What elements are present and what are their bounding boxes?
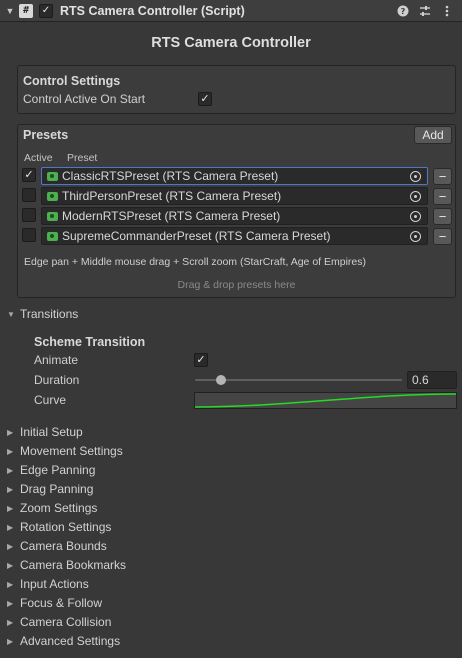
preset-description: Edge pan + Middle mouse drag + Scroll zo… bbox=[24, 256, 366, 268]
foldout-label: Camera Collision bbox=[20, 615, 112, 629]
foldout-label: Camera Bounds bbox=[20, 539, 107, 553]
object-picker-icon[interactable] bbox=[410, 191, 421, 202]
chevron-right-icon: ▶ bbox=[7, 617, 14, 627]
chevron-down-icon: ▼ bbox=[7, 309, 15, 319]
preset-asset-icon bbox=[47, 231, 58, 241]
preset-active-checkbox[interactable] bbox=[22, 188, 36, 202]
preset-column-header: Preset bbox=[67, 152, 98, 164]
foldout-arrow-icon[interactable]: ▼ bbox=[5, 6, 15, 16]
remove-preset-button[interactable]: − bbox=[433, 188, 452, 205]
preset-asset-icon bbox=[47, 211, 58, 221]
foldout-label: Transitions bbox=[20, 307, 79, 321]
control-active-checkbox[interactable]: ✓ bbox=[198, 92, 212, 106]
preset-object-field[interactable]: ClassicRTSPreset (RTS Camera Preset) bbox=[41, 167, 428, 185]
foldout-label: Advanced Settings bbox=[20, 634, 121, 648]
foldout-label: Drag Panning bbox=[20, 482, 94, 496]
preset-sliders-icon[interactable] bbox=[418, 4, 432, 18]
section-foldout[interactable]: ▶ Advanced Settings bbox=[7, 633, 120, 649]
drop-zone-hint[interactable]: Drag & drop presets here bbox=[17, 279, 456, 291]
transitions-foldout[interactable]: ▼ Transitions bbox=[7, 306, 78, 322]
chevron-right-icon: ▶ bbox=[7, 560, 14, 570]
section-foldout[interactable]: ▶ Drag Panning bbox=[7, 481, 93, 497]
preset-name: SupremeCommanderPreset (RTS Camera Prese… bbox=[62, 229, 331, 243]
duration-slider-track[interactable] bbox=[195, 379, 402, 381]
preset-object-field[interactable]: ThirdPersonPreset (RTS Camera Preset) bbox=[41, 187, 428, 205]
section-foldout[interactable]: ▶ Movement Settings bbox=[7, 443, 123, 459]
component-enabled-checkbox[interactable]: ✓ bbox=[39, 3, 53, 18]
section-foldout[interactable]: ▶ Camera Bounds bbox=[7, 538, 107, 554]
foldout-label: Edge Panning bbox=[20, 463, 96, 477]
chevron-right-icon: ▶ bbox=[7, 503, 14, 513]
preset-object-field[interactable]: SupremeCommanderPreset (RTS Camera Prese… bbox=[41, 227, 428, 245]
active-column-header: Active bbox=[24, 152, 53, 164]
remove-preset-button[interactable]: − bbox=[433, 208, 452, 225]
duration-slider-handle[interactable] bbox=[215, 375, 226, 385]
foldout-label: Zoom Settings bbox=[20, 501, 98, 515]
section-foldout[interactable]: ▶ Rotation Settings bbox=[7, 519, 111, 535]
curve-label: Curve bbox=[34, 393, 67, 407]
component-header: ▼ # ✓ RTS Camera Controller (Script) ? bbox=[0, 0, 462, 22]
page-title: RTS Camera Controller bbox=[151, 35, 311, 51]
control-settings-box bbox=[17, 65, 456, 114]
preset-active-checkbox[interactable] bbox=[22, 228, 36, 242]
foldout-label: Input Actions bbox=[20, 577, 89, 591]
chevron-right-icon: ▶ bbox=[7, 484, 14, 494]
chevron-right-icon: ▶ bbox=[7, 465, 14, 475]
object-picker-icon[interactable] bbox=[410, 211, 421, 222]
svg-text:?: ? bbox=[401, 7, 406, 16]
animate-label: Animate bbox=[34, 353, 79, 367]
foldout-label: Initial Setup bbox=[20, 425, 83, 439]
control-active-label: Control Active On Start bbox=[23, 92, 146, 106]
foldout-label: Focus & Follow bbox=[20, 596, 103, 610]
preset-asset-icon bbox=[47, 171, 58, 181]
object-picker-icon[interactable] bbox=[410, 231, 421, 242]
preset-active-checkbox[interactable] bbox=[22, 208, 36, 222]
component-title: RTS Camera Controller (Script) bbox=[60, 3, 245, 18]
scheme-transition-heading: Scheme Transition bbox=[34, 335, 146, 349]
more-icon[interactable] bbox=[440, 4, 454, 18]
preset-object-field[interactable]: ModernRTSPreset (RTS Camera Preset) bbox=[41, 207, 428, 225]
curve-field[interactable] bbox=[194, 392, 457, 409]
chevron-right-icon: ▶ bbox=[7, 636, 14, 646]
script-icon: # bbox=[19, 3, 33, 18]
chevron-right-icon: ▶ bbox=[7, 579, 14, 589]
preset-name: ThirdPersonPreset (RTS Camera Preset) bbox=[62, 189, 282, 203]
chevron-right-icon: ▶ bbox=[7, 446, 14, 456]
preset-asset-icon bbox=[47, 191, 58, 201]
preset-active-checkbox[interactable]: ✓ bbox=[22, 168, 36, 182]
section-foldout[interactable]: ▶ Camera Collision bbox=[7, 614, 111, 630]
chevron-right-icon: ▶ bbox=[7, 598, 14, 608]
section-foldout[interactable]: ▶ Camera Bookmarks bbox=[7, 557, 126, 573]
section-foldout[interactable]: ▶ Initial Setup bbox=[7, 424, 83, 440]
foldout-label: Rotation Settings bbox=[20, 520, 112, 534]
header-icons: ? bbox=[396, 4, 454, 18]
presets-heading: Presets bbox=[23, 128, 69, 142]
duration-input[interactable]: 0.6 bbox=[407, 371, 457, 389]
foldout-label: Movement Settings bbox=[20, 444, 123, 458]
curve-preview bbox=[194, 393, 457, 408]
foldout-label: Camera Bookmarks bbox=[20, 558, 127, 572]
section-foldout[interactable]: ▶ Focus & Follow bbox=[7, 595, 102, 611]
chevron-right-icon: ▶ bbox=[7, 427, 14, 437]
remove-preset-button[interactable]: − bbox=[433, 168, 452, 185]
preset-name: ClassicRTSPreset (RTS Camera Preset) bbox=[62, 169, 279, 183]
remove-preset-button[interactable]: − bbox=[433, 228, 452, 245]
chevron-right-icon: ▶ bbox=[7, 522, 14, 532]
preset-name: ModernRTSPreset (RTS Camera Preset) bbox=[62, 209, 281, 223]
add-preset-button[interactable]: Add bbox=[414, 126, 452, 144]
section-foldout[interactable]: ▶ Edge Panning bbox=[7, 462, 95, 478]
chevron-right-icon: ▶ bbox=[7, 541, 14, 551]
object-picker-icon[interactable] bbox=[410, 171, 421, 182]
section-foldout[interactable]: ▶ Input Actions bbox=[7, 576, 89, 592]
control-settings-heading: Control Settings bbox=[23, 74, 121, 88]
animate-checkbox[interactable]: ✓ bbox=[194, 353, 208, 367]
help-icon[interactable]: ? bbox=[396, 4, 410, 18]
section-foldout[interactable]: ▶ Zoom Settings bbox=[7, 500, 97, 516]
duration-label: Duration bbox=[34, 373, 80, 387]
